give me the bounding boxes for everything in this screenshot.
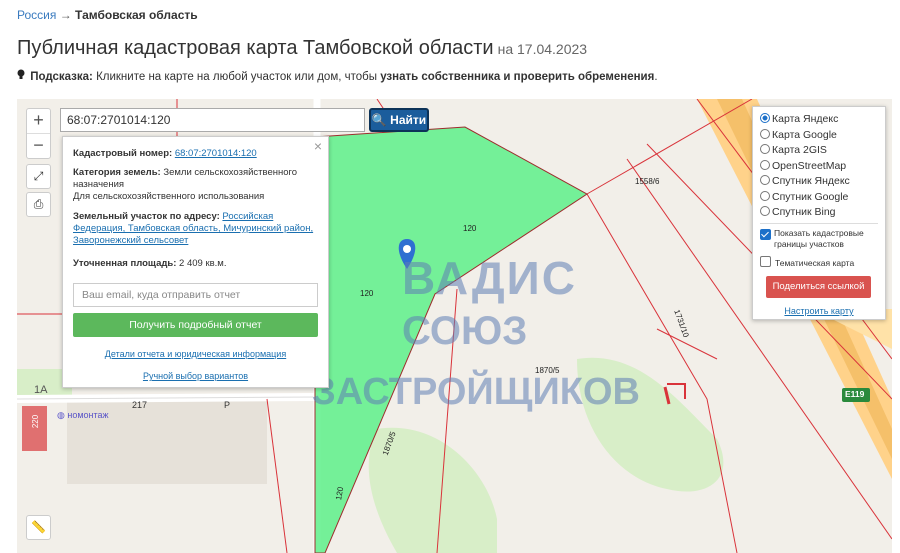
ruler-button[interactable]: 📏 <box>26 515 51 540</box>
printer-icon: ⎙ <box>33 197 44 211</box>
hint-text: Кликните на карте на любой участок или д… <box>92 71 381 83</box>
map-label-1558: 1558/6 <box>635 177 660 186</box>
map-layers-panel: Карта Яндекс Карта Google Карта 2GIS Ope… <box>752 106 886 320</box>
email-field[interactable]: Ваш email, куда отправить отчет <box>73 283 318 307</box>
map-label-plot-120: 120 <box>360 289 374 298</box>
cad-number-label: Кадастровый номер: <box>73 148 175 159</box>
layer-option-label: Спутник Google <box>772 191 849 203</box>
zoom-control: + − <box>26 108 51 159</box>
radio-icon <box>760 206 770 216</box>
radio-icon <box>760 144 770 154</box>
layer-option-google-map[interactable]: Карта Google <box>760 129 837 141</box>
cad-number-row: Кадастровый номер: 68:07:2701014:120 <box>73 148 316 160</box>
area-row: Уточненная площадь: 2 409 кв.м. <box>73 258 316 270</box>
search-button[interactable]: 🔍 Найти <box>369 108 429 132</box>
hint-end: . <box>654 71 658 83</box>
search-input[interactable]: 68:07:2701014:120 <box>60 108 365 132</box>
ruler-icon: 📏 <box>31 520 46 534</box>
radio-selected-icon <box>760 113 770 123</box>
search-button-label: Найти <box>390 113 427 127</box>
road-label-p: Р <box>224 400 231 410</box>
page-date: на 17.04.2023 <box>497 41 588 57</box>
poi-label[interactable]: ◍ номонтаж <box>57 410 109 421</box>
breadcrumb-current: Тамбовская область <box>75 8 198 22</box>
building-label-1a: 1А <box>34 384 48 396</box>
fullscreen-button[interactable]: ⤢ <box>26 164 51 189</box>
expand-icon: ⤢ <box>33 169 44 183</box>
manual-link-wrap: Ручной выбор вариантов <box>63 370 328 382</box>
radio-icon <box>760 191 770 201</box>
print-button[interactable]: ⎙ <box>26 192 51 217</box>
checkbox-checked-icon <box>760 229 771 240</box>
details-link-wrap: Детали отчета и юридическая информация <box>63 348 328 360</box>
radio-icon <box>760 129 770 139</box>
cad-number-link[interactable]: 68:07:2701014:120 <box>175 148 257 159</box>
building-label-220: 220 <box>31 414 41 429</box>
layer-option-label: Спутник Яндекс <box>772 175 850 187</box>
layer-option-label: Карта 2GIS <box>772 144 827 156</box>
cadastral-map[interactable]: 120 120 120 1558/6 1731/10 1870/5 1870/5… <box>17 99 892 553</box>
breadcrumb-root-link[interactable]: Россия <box>17 8 56 22</box>
divider <box>760 223 878 224</box>
checkbox-icon <box>760 256 771 267</box>
radio-icon <box>760 175 770 185</box>
watermark-line-2: СОЮЗ <box>402 309 528 353</box>
page-title-text: Публичная кадастровая карта Тамбовской о… <box>17 37 494 59</box>
usage-value: Для сельскохозяйственного использования <box>73 191 265 202</box>
radio-icon <box>760 160 770 170</box>
show-borders-checkbox[interactable]: Показать кадастровые границы участков <box>760 228 875 250</box>
page-title: Публичная кадастровая карта Тамбовской о… <box>17 37 587 60</box>
map-label-plot-120: 120 <box>463 224 477 233</box>
hint: Подсказка: Кликните на карте на любой уч… <box>17 69 658 83</box>
zoom-out-button[interactable]: − <box>27 133 50 158</box>
lightbulb-icon <box>17 69 27 83</box>
layer-option-label: Карта Google <box>772 129 837 141</box>
thematic-map-checkbox[interactable]: Тематическая карта <box>760 256 854 268</box>
category-row: Категория земель: Земли сельскохозяйстве… <box>73 167 316 203</box>
thematic-map-label: Тематическая карта <box>775 258 855 268</box>
layer-option-label: OpenStreetMap <box>772 160 847 172</box>
parcel-info-panel: × Кадастровый номер: 68:07:2701014:120 К… <box>62 136 329 388</box>
area-label: Уточненная площадь: <box>73 258 180 269</box>
setup-map-link[interactable]: Настроить карту <box>784 306 853 316</box>
layer-option-label: Спутник Bing <box>772 206 836 218</box>
breadcrumb-arrow: → <box>59 8 72 22</box>
show-borders-label: Показать кадастровые границы участков <box>774 228 864 249</box>
zoom-in-button[interactable]: + <box>27 109 50 133</box>
get-report-button[interactable]: Получить подробный отчет <box>73 313 318 337</box>
layer-option-label: Карта Яндекс <box>772 113 839 125</box>
poi-label-text: номонтаж <box>67 410 109 420</box>
manual-select-link[interactable]: Ручной выбор вариантов <box>143 371 248 381</box>
layer-option-yandex-map[interactable]: Карта Яндекс <box>760 113 838 125</box>
layer-option-google-sat[interactable]: Спутник Google <box>760 191 848 203</box>
category-label: Категория земель: <box>73 167 164 178</box>
breadcrumb: Россия → Тамбовская область <box>17 8 198 22</box>
layer-option-yandex-sat[interactable]: Спутник Яндекс <box>760 175 850 187</box>
road-label-217: 217 <box>132 400 148 410</box>
watermark-line-3: ЗАСТРОЙЩИКОВ <box>312 371 640 413</box>
share-link-button[interactable]: Поделиться ссылкой <box>766 276 871 298</box>
hint-label: Подсказка: <box>30 71 93 83</box>
road-label-e119: E119 <box>845 389 865 399</box>
address-label: Земельный участок по адресу: <box>73 211 223 222</box>
area-value: 2 409 кв.м. <box>179 258 227 269</box>
watermark-line-1: ВАДИС <box>402 252 577 304</box>
layer-option-2gis[interactable]: Карта 2GIS <box>760 144 827 156</box>
details-link[interactable]: Детали отчета и юридическая информация <box>105 349 286 359</box>
layer-option-bing-sat[interactable]: Спутник Bing <box>760 206 836 218</box>
layer-option-osm[interactable]: OpenStreetMap <box>760 160 846 172</box>
setup-link-wrap: Настроить карту <box>753 306 885 316</box>
address-row: Земельный участок по адресу: Российская … <box>73 211 316 247</box>
hint-bold: узнать собственника и проверить обремене… <box>380 71 655 83</box>
search-icon: 🔍 <box>371 113 387 127</box>
